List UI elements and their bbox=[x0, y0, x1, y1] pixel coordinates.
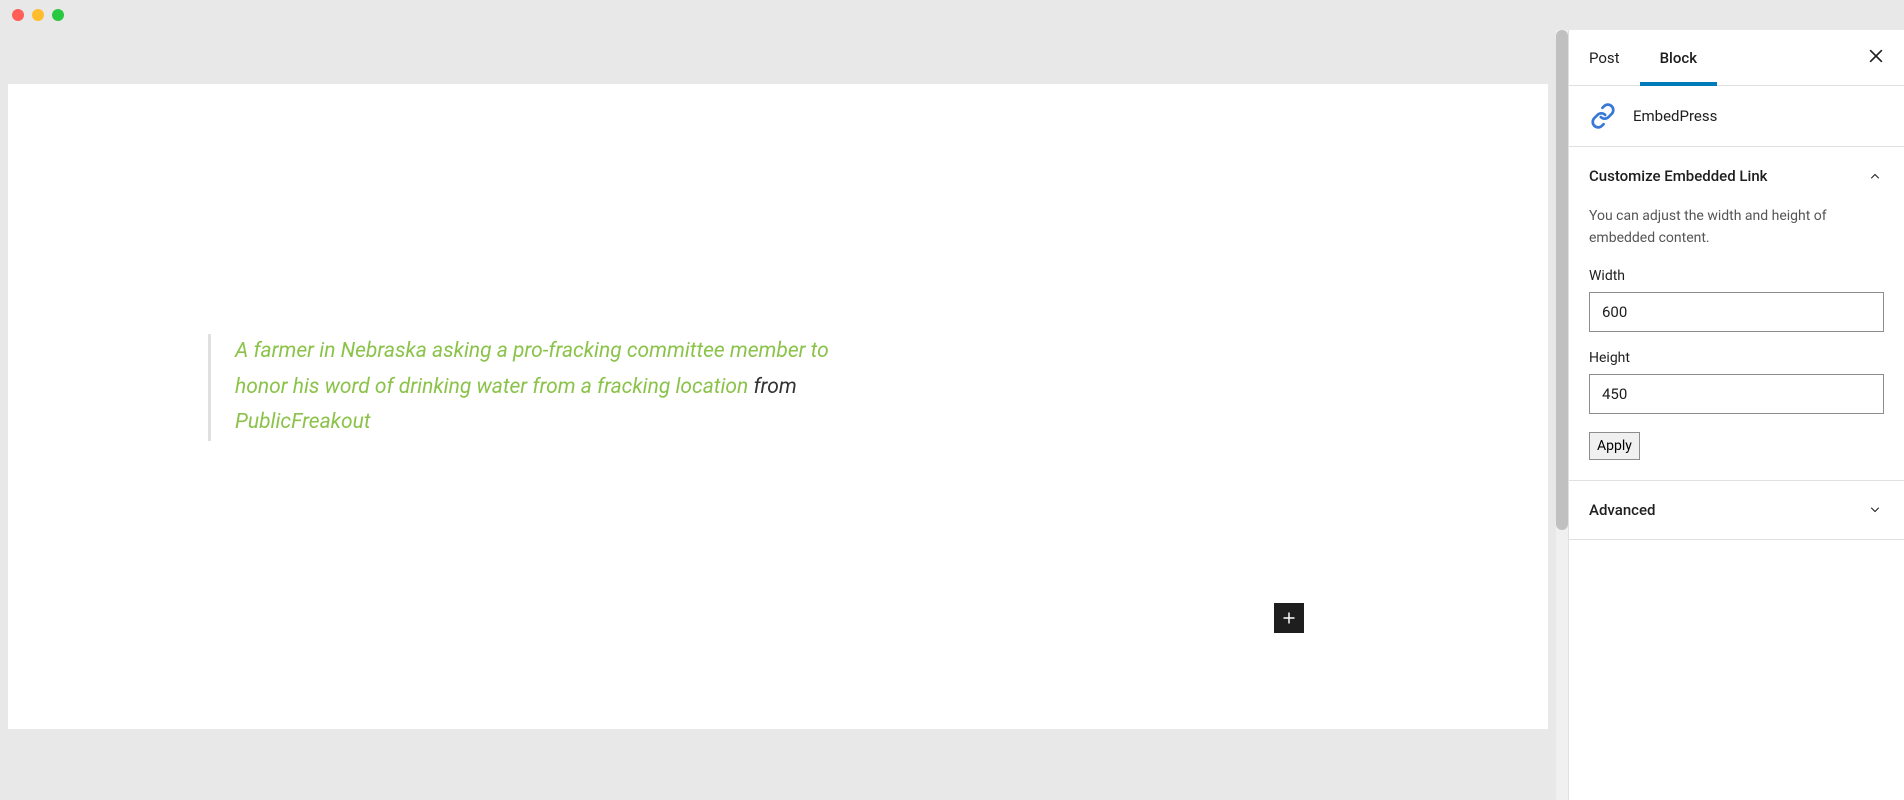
advanced-panel: Advanced bbox=[1569, 481, 1904, 540]
customize-panel-title: Customize Embedded Link bbox=[1589, 167, 1768, 185]
chevron-down-icon bbox=[1866, 501, 1884, 519]
embed-source-link[interactable]: PublicFreakout bbox=[235, 410, 371, 434]
plus-icon bbox=[1278, 607, 1300, 629]
scrollbar-track[interactable] bbox=[1556, 30, 1568, 800]
close-icon bbox=[1866, 46, 1886, 66]
block-title: EmbedPress bbox=[1633, 107, 1717, 125]
settings-sidebar: Post Block EmbedPress Customize Embedded… bbox=[1568, 30, 1904, 800]
window-close-button[interactable] bbox=[12, 9, 24, 21]
customize-panel-header[interactable]: Customize Embedded Link bbox=[1569, 147, 1904, 205]
embed-title-link[interactable]: A farmer in Nebraska asking a pro-fracki… bbox=[235, 339, 829, 399]
chevron-up-icon bbox=[1866, 167, 1884, 185]
block-header: EmbedPress bbox=[1569, 86, 1904, 147]
width-label: Width bbox=[1589, 268, 1884, 284]
window-chrome bbox=[0, 0, 1904, 30]
customize-description: You can adjust the width and height of e… bbox=[1589, 205, 1884, 250]
sidebar-tabs: Post Block bbox=[1569, 30, 1904, 86]
width-field: Width bbox=[1589, 268, 1884, 332]
tab-post[interactable]: Post bbox=[1569, 31, 1640, 85]
customize-panel: Customize Embedded Link You can adjust t… bbox=[1569, 147, 1904, 481]
height-label: Height bbox=[1589, 350, 1884, 366]
tab-block[interactable]: Block bbox=[1640, 31, 1717, 85]
apply-button[interactable]: Apply bbox=[1589, 432, 1640, 460]
editor-canvas: A farmer in Nebraska asking a pro-fracki… bbox=[0, 30, 1556, 800]
scrollbar-thumb[interactable] bbox=[1556, 30, 1568, 530]
customize-panel-body: You can adjust the width and height of e… bbox=[1569, 205, 1904, 480]
embed-block[interactable]: A farmer in Nebraska asking a pro-fracki… bbox=[208, 334, 838, 441]
content-canvas[interactable]: A farmer in Nebraska asking a pro-fracki… bbox=[8, 84, 1548, 729]
advanced-panel-title: Advanced bbox=[1589, 501, 1655, 519]
embed-from-text: from bbox=[748, 375, 796, 399]
close-panel-button[interactable] bbox=[1864, 46, 1888, 70]
height-field: Height bbox=[1589, 350, 1884, 414]
add-block-button[interactable] bbox=[1274, 603, 1304, 633]
embed-text: A farmer in Nebraska asking a pro-fracki… bbox=[235, 334, 838, 441]
window-minimize-button[interactable] bbox=[32, 9, 44, 21]
embedpress-icon bbox=[1589, 102, 1617, 130]
height-input[interactable] bbox=[1589, 374, 1884, 414]
window-maximize-button[interactable] bbox=[52, 9, 64, 21]
width-input[interactable] bbox=[1589, 292, 1884, 332]
advanced-panel-header[interactable]: Advanced bbox=[1569, 481, 1904, 539]
